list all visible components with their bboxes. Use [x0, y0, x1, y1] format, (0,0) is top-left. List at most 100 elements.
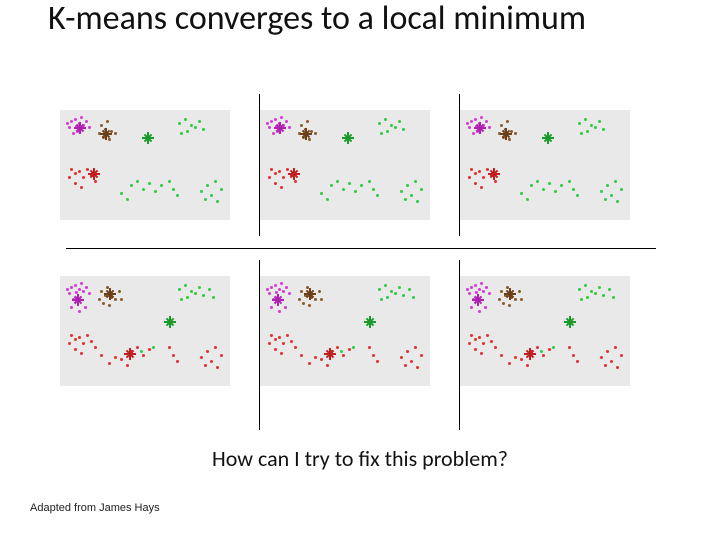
data-point: [198, 286, 201, 289]
data-point: [584, 284, 587, 287]
data-point: [510, 296, 513, 299]
data-point: [568, 346, 571, 349]
data-point: [530, 184, 533, 187]
data-point: [210, 360, 213, 363]
data-point: [72, 298, 75, 301]
data-point: [480, 282, 483, 285]
data-point: [468, 342, 471, 345]
data-point: [282, 290, 285, 293]
data-point: [300, 354, 303, 357]
centroid-star-icon: [564, 316, 576, 328]
data-point: [398, 286, 401, 289]
data-point: [604, 364, 607, 367]
data-point: [614, 346, 617, 349]
data-point: [616, 366, 619, 369]
data-point: [102, 302, 105, 305]
data-point: [130, 184, 133, 187]
data-point: [220, 188, 223, 191]
data-point: [208, 288, 211, 291]
data-point: [590, 124, 593, 127]
data-point: [298, 298, 301, 301]
data-point: [470, 306, 473, 309]
data-point: [554, 190, 557, 193]
data-point: [268, 292, 271, 295]
data-point: [186, 130, 189, 133]
data-point: [78, 122, 81, 125]
data-point: [76, 130, 79, 133]
data-point: [80, 282, 83, 285]
data-point: [178, 288, 181, 291]
data-point: [284, 306, 287, 309]
data-point: [84, 306, 87, 309]
data-point: [474, 284, 477, 287]
data-point: [306, 120, 309, 123]
data-point: [300, 124, 303, 127]
data-point: [274, 348, 277, 351]
data-point: [180, 298, 183, 301]
data-point: [94, 346, 97, 349]
data-point: [68, 342, 71, 345]
data-point: [200, 190, 203, 193]
data-point: [278, 288, 281, 291]
data-point: [368, 180, 371, 183]
data-point: [282, 342, 285, 345]
data-point: [198, 120, 201, 123]
data-point: [474, 172, 477, 175]
data-point: [114, 298, 117, 301]
data-point: [400, 356, 403, 359]
data-point: [406, 184, 409, 187]
data-point: [270, 168, 273, 171]
data-point: [280, 282, 283, 285]
data-point: [598, 120, 601, 123]
data-point: [168, 346, 171, 349]
scatter-panel: [460, 110, 630, 220]
data-point: [74, 338, 77, 341]
data-point: [280, 116, 283, 119]
data-point: [74, 348, 77, 351]
data-point: [326, 198, 329, 201]
data-point: [314, 298, 317, 301]
data-point: [474, 182, 477, 185]
data-point: [542, 188, 545, 191]
data-point: [470, 286, 473, 289]
slide-title: K-means converges to a local minimum: [48, 0, 648, 37]
data-point: [394, 292, 397, 295]
data-point: [76, 296, 79, 299]
data-point: [548, 182, 551, 185]
data-point: [584, 118, 587, 121]
data-point: [88, 292, 91, 295]
data-point: [500, 124, 503, 127]
data-point: [480, 186, 483, 189]
data-point: [386, 130, 389, 133]
data-point: [194, 292, 197, 295]
data-point: [526, 198, 529, 201]
data-point: [330, 350, 333, 353]
data-point: [82, 342, 85, 345]
data-point: [478, 336, 481, 339]
data-point: [598, 286, 601, 289]
data-point: [102, 136, 105, 139]
data-point: [274, 338, 277, 341]
data-point: [530, 350, 533, 353]
data-point: [86, 334, 89, 337]
data-point: [88, 126, 91, 129]
data-point: [490, 340, 493, 343]
data-point: [480, 352, 483, 355]
data-point: [520, 298, 523, 301]
data-point: [504, 294, 507, 297]
data-point: [380, 132, 383, 135]
data-point: [278, 310, 281, 313]
data-point: [602, 294, 605, 297]
data-point: [110, 130, 113, 133]
data-point: [286, 168, 289, 171]
data-point: [288, 292, 291, 295]
data-point: [275, 125, 278, 128]
data-point: [278, 336, 281, 339]
data-point: [78, 310, 81, 313]
data-point: [274, 182, 277, 185]
data-point: [476, 130, 479, 133]
data-point: [270, 334, 273, 337]
data-point: [68, 126, 71, 129]
data-point: [74, 172, 77, 175]
data-point: [494, 180, 497, 183]
